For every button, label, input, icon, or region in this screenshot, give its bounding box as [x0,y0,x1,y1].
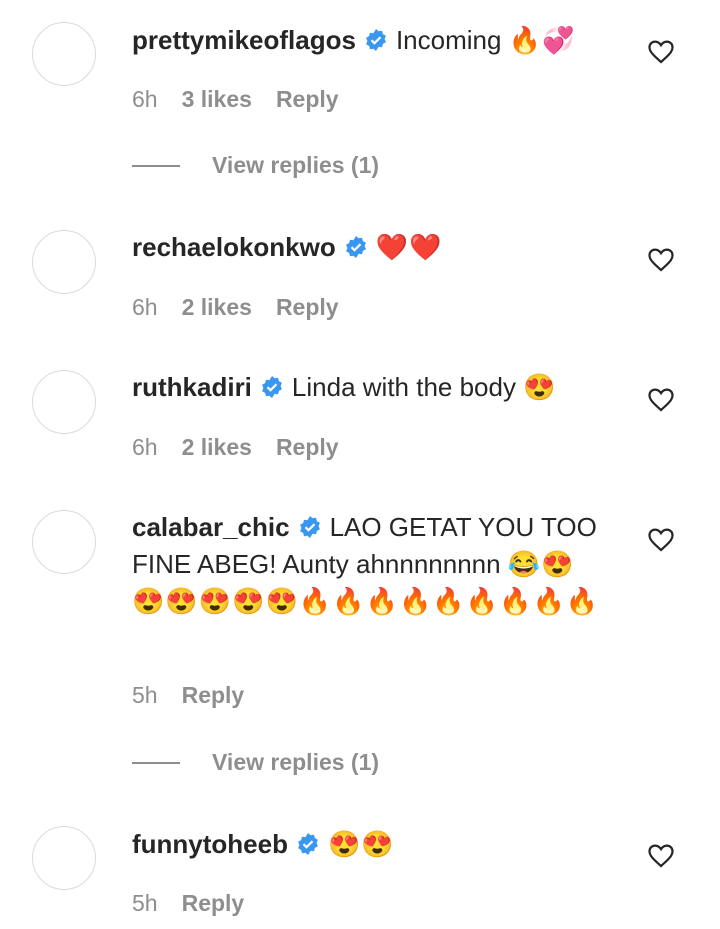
reply-button[interactable]: Reply [182,682,245,709]
heart-outline-icon[interactable] [648,40,674,64]
heart-outline-icon[interactable] [648,248,674,272]
comment-time: 5h [132,890,158,916]
verified-badge-icon [298,833,318,855]
heart-outline-icon[interactable] [648,528,674,552]
comment-emojis: 😍😍 [328,829,395,859]
comment-time: 6h [132,294,158,320]
view-replies-label[interactable]: View replies (1) [212,749,379,776]
comment-meta: 5h Reply [132,890,244,917]
heart-outline-icon[interactable] [648,844,674,868]
comment-time: 6h [132,434,158,460]
comment-body: Incoming [395,25,502,55]
view-replies-button[interactable]: View replies (1) [132,749,379,776]
comment-time: 5h [132,682,158,708]
username[interactable]: funnytoheeb [132,829,288,859]
username[interactable]: rechaelokonkwo [132,232,336,262]
likes-count[interactable]: 3 likes [182,86,252,113]
comment-meta: 5h Reply [132,682,244,709]
comment-text: prettymikeoflagos Incoming 🔥💞 [132,22,612,59]
likes-count[interactable]: 2 likes [182,434,252,461]
reply-button[interactable]: Reply [276,294,339,321]
avatar[interactable] [32,370,96,434]
comment-text: funnytoheeb 😍😍 [132,826,612,863]
comment-body: Linda with the body [291,372,516,402]
verified-badge-icon [366,29,386,51]
comment-text: ruthkadiri Linda with the body 😍 [132,369,612,406]
reply-button[interactable]: Reply [276,86,339,113]
heart-outline-icon[interactable] [648,388,674,412]
avatar[interactable] [32,22,96,86]
likes-count[interactable]: 2 likes [182,294,252,321]
verified-badge-icon [262,376,282,398]
comment-meta: 6h 2 likes Reply [132,294,339,321]
comment-emojis: 🔥💞 [508,25,576,55]
reply-button[interactable]: Reply [276,434,339,461]
username[interactable]: prettymikeoflagos [132,25,356,55]
verified-badge-icon [345,236,366,258]
divider [132,164,180,167]
comment-meta: 6h 2 likes Reply [132,434,339,461]
comment-text: calabar_chic LAO GETAT YOU TOO FINE ABEG!… [132,509,602,620]
view-replies-button[interactable]: View replies (1) [132,152,379,179]
comment-time: 6h [132,86,158,112]
reply-button[interactable]: Reply [182,890,245,917]
comment-meta: 6h 3 likes Reply [132,86,339,113]
avatar[interactable] [32,230,96,294]
comment-emojis: 😍 [523,372,557,402]
avatar[interactable] [32,826,96,890]
username[interactable]: ruthkadiri [132,372,252,402]
username[interactable]: calabar_chic [132,512,290,542]
avatar[interactable] [32,510,96,574]
divider [132,761,180,764]
comment-text: rechaelokonkwo ❤️❤️ [132,229,612,266]
view-replies-label[interactable]: View replies (1) [212,152,379,179]
comment-emojis: ❤️❤️ [375,232,443,262]
verified-badge-icon [299,516,320,538]
